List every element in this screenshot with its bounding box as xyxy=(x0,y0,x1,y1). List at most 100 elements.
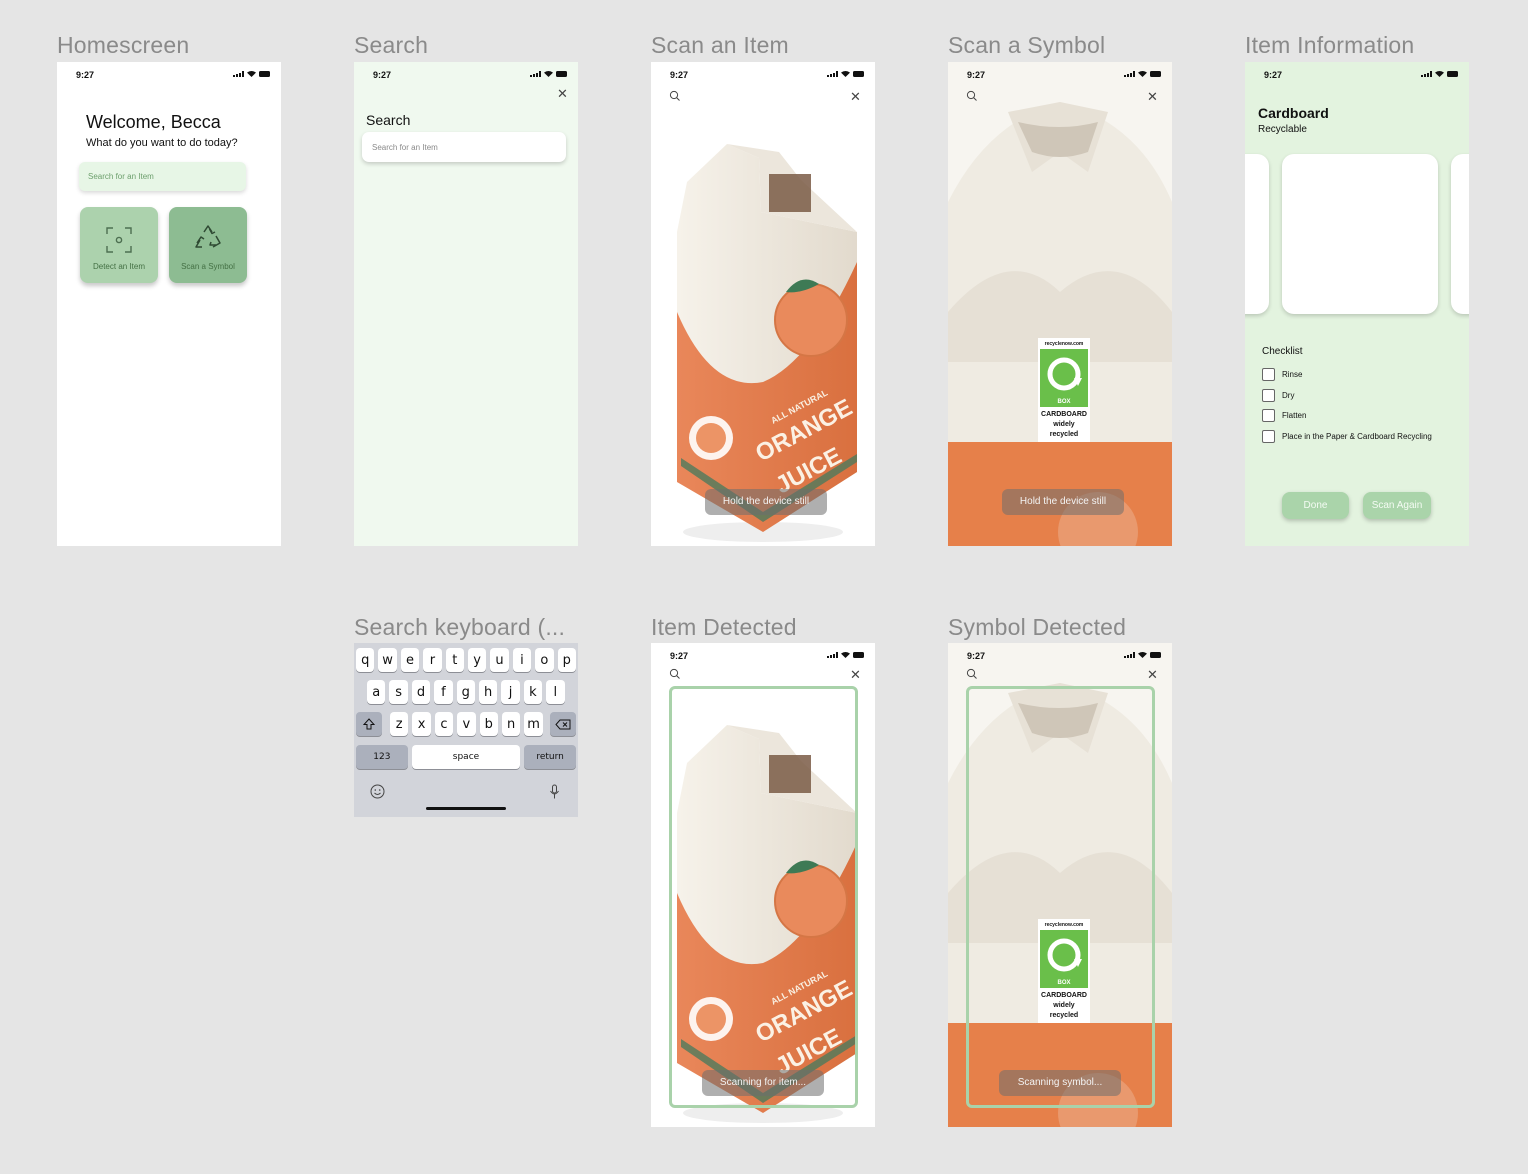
wifi-icon xyxy=(841,652,850,658)
key[interactable]: j xyxy=(501,680,520,704)
search-input[interactable]: Search for an Item xyxy=(362,132,566,162)
carousel-card-prev[interactable] xyxy=(1245,154,1269,314)
microphone-icon[interactable] xyxy=(549,784,560,800)
key[interactable]: t xyxy=(445,648,464,672)
status-icons xyxy=(233,71,270,77)
search-icon[interactable] xyxy=(669,90,681,102)
checklist-item[interactable]: Dry xyxy=(1262,389,1294,402)
scan-frame-icon xyxy=(106,227,132,253)
letter-keys: zxcvbnm xyxy=(390,712,543,736)
done-button[interactable]: Done xyxy=(1282,492,1349,519)
status-icons xyxy=(1124,71,1161,77)
signal-icon xyxy=(827,71,838,77)
key[interactable]: x xyxy=(412,712,431,736)
carousel-card-current[interactable] xyxy=(1282,154,1438,314)
space-key[interactable]: space xyxy=(411,745,521,769)
checkbox[interactable] xyxy=(1262,430,1275,443)
key[interactable]: m xyxy=(524,712,543,736)
home-search-placeholder: Search for an Item xyxy=(88,172,154,181)
backspace-key[interactable] xyxy=(550,712,576,736)
checklist-item[interactable]: Place in the Paper & Cardboard Recycling xyxy=(1262,430,1432,443)
key[interactable]: q xyxy=(356,648,375,672)
battery-icon xyxy=(853,71,864,77)
symbol-line-2: widely xyxy=(1052,421,1075,428)
key[interactable]: d xyxy=(411,680,431,704)
signal-icon xyxy=(233,71,244,77)
close-icon[interactable]: ✕ xyxy=(1147,90,1158,103)
key[interactable]: z xyxy=(390,712,409,736)
scan-symbol-button[interactable]: Scan a Symbol xyxy=(169,207,247,283)
battery-icon xyxy=(259,71,270,77)
close-icon[interactable]: ✕ xyxy=(850,90,861,103)
search-frame: 9:27 ✕ Search Search for an Item xyxy=(354,62,578,546)
status-bar: 9:27 xyxy=(948,62,1172,88)
key[interactable]: f xyxy=(434,680,453,704)
symbol-box-label: BOX xyxy=(1057,399,1070,405)
shift-icon xyxy=(363,718,375,730)
return-key[interactable]: return xyxy=(524,745,576,769)
frame-label-homescreen: Homescreen xyxy=(57,32,190,58)
keyboard-row-2: asdfghjkl xyxy=(354,680,578,704)
search-icon[interactable] xyxy=(966,668,978,680)
numbers-key[interactable]: 123 xyxy=(356,745,408,769)
checklist-item[interactable]: Rinse xyxy=(1262,368,1302,381)
status-time: 9:27 xyxy=(670,70,689,80)
key[interactable]: l xyxy=(546,680,565,704)
carousel-card-next[interactable] xyxy=(1451,154,1469,314)
key[interactable]: o xyxy=(535,648,554,672)
key[interactable]: a xyxy=(367,680,386,704)
scan-again-button[interactable]: Scan Again xyxy=(1363,492,1431,519)
key[interactable]: y xyxy=(467,648,487,672)
key[interactable]: c xyxy=(434,712,454,736)
checkbox[interactable] xyxy=(1262,389,1275,402)
close-icon[interactable]: ✕ xyxy=(850,668,861,681)
status-time: 9:27 xyxy=(1264,70,1283,80)
shift-key[interactable] xyxy=(356,712,382,736)
close-icon[interactable]: ✕ xyxy=(557,87,568,100)
checklist-item-label: Flatten xyxy=(1282,411,1307,420)
key[interactable]: p xyxy=(557,648,576,672)
checklist-item-label: Place in the Paper & Cardboard Recycling xyxy=(1282,432,1432,441)
key[interactable]: h xyxy=(478,680,498,704)
recycle-icon xyxy=(195,225,221,248)
battery-icon xyxy=(556,71,567,77)
home-indicator xyxy=(426,807,506,810)
key[interactable]: w xyxy=(378,648,397,672)
key[interactable]: k xyxy=(523,680,543,704)
keyboard-row-1: qwertyuiop xyxy=(354,648,578,672)
status-icons xyxy=(827,71,864,77)
key[interactable]: u xyxy=(490,648,509,672)
detect-item-button[interactable]: Detect an Item xyxy=(80,207,158,283)
backspace-icon xyxy=(555,719,571,729)
frame-label-item-detected: Item Detected xyxy=(651,614,797,640)
key[interactable]: g xyxy=(456,680,475,704)
checkbox[interactable] xyxy=(1262,409,1275,422)
key[interactable]: v xyxy=(457,712,476,736)
home-search-input[interactable]: Search for an Item xyxy=(79,162,246,191)
checkbox[interactable] xyxy=(1262,368,1275,381)
detect-item-label: Detect an Item xyxy=(92,262,146,271)
key[interactable]: e xyxy=(400,648,420,672)
wifi-icon xyxy=(1138,71,1147,77)
wifi-icon xyxy=(841,71,850,77)
keyboard-row-4: 123 space return xyxy=(354,745,578,769)
detection-box xyxy=(669,686,858,1108)
status-bar: 9:27 xyxy=(354,62,578,88)
close-icon[interactable]: ✕ xyxy=(1147,668,1158,681)
key[interactable]: n xyxy=(501,712,521,736)
status-icons xyxy=(827,652,864,658)
welcome-question: What do you want to do today? xyxy=(86,137,238,149)
key[interactable]: i xyxy=(512,648,532,672)
symbol-site: recyclenow.com xyxy=(1045,341,1084,347)
emoji-icon[interactable] xyxy=(370,784,385,799)
frame-label-symbol-detected: Symbol Detected xyxy=(948,614,1127,640)
wifi-icon xyxy=(1435,71,1444,77)
wifi-icon xyxy=(544,71,553,77)
hold-still-toast: Hold the device still xyxy=(1002,489,1124,515)
search-icon[interactable] xyxy=(966,90,978,102)
key[interactable]: s xyxy=(389,680,408,704)
key[interactable]: b xyxy=(479,712,498,736)
key[interactable]: r xyxy=(423,648,442,672)
checklist-item[interactable]: Flatten xyxy=(1262,409,1306,422)
search-icon[interactable] xyxy=(669,668,681,680)
